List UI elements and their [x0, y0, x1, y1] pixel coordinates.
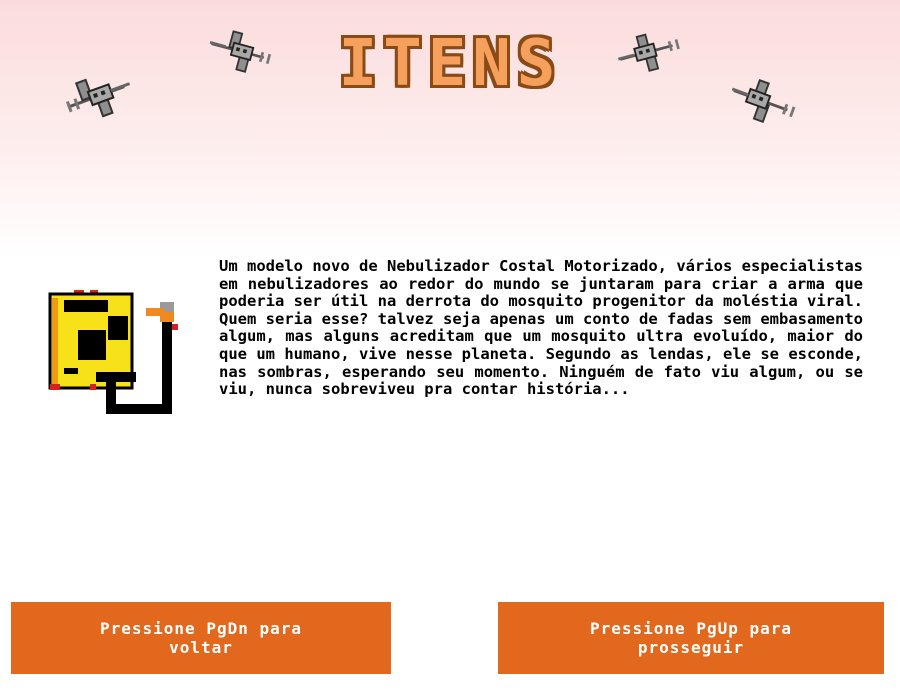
- mosquito-icon: [731, 79, 796, 124]
- motorized-backpack-fogger-icon: [48, 290, 178, 414]
- back-button[interactable]: Pressione PgDn para voltar: [11, 602, 391, 674]
- next-button[interactable]: Pressione PgUp para prosseguir: [498, 602, 884, 674]
- mosquito-icon: [209, 30, 272, 73]
- back-button-label: Pressione PgDn para voltar: [99, 619, 303, 657]
- mosquito-icon: [65, 78, 131, 118]
- next-button-label: Pressione PgUp para prosseguir: [589, 619, 793, 657]
- mosquito-icon: [618, 33, 680, 72]
- item-description: Um modelo novo de Nebulizador Costal Mot…: [219, 257, 863, 399]
